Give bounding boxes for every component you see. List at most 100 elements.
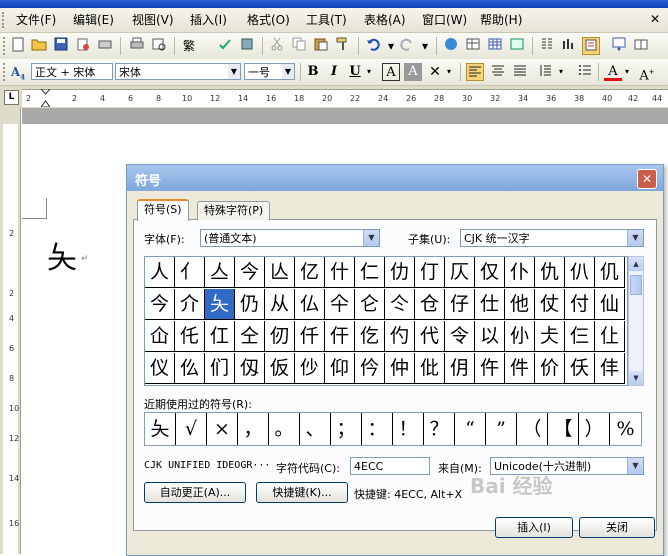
document-map-icon[interactable] [582, 37, 600, 55]
open-folder-icon[interactable] [30, 37, 48, 55]
symbol-cell[interactable]: 价 [535, 353, 565, 384]
symbol-cell[interactable]: 仑 [355, 289, 385, 320]
symbol-cell[interactable]: 人 [145, 257, 175, 288]
symbol-cell[interactable]: 仱 [355, 353, 385, 384]
symbol-cell[interactable]: 他 [505, 289, 535, 320]
new-document-icon[interactable] [9, 37, 27, 55]
insert-excel-icon[interactable] [508, 37, 526, 55]
text-effects-dropdown-icon[interactable]: ▾ [444, 63, 454, 81]
recent-symbol-cell[interactable]: ） [579, 413, 610, 445]
italic-button[interactable]: I [325, 63, 343, 81]
symbol-cell[interactable]: 件 [505, 353, 535, 384]
hyperlink-icon[interactable] [442, 37, 460, 55]
menu-table[interactable]: 表格(A) [364, 12, 406, 28]
document-close-icon[interactable]: ✕ [650, 12, 660, 26]
font-size-select[interactable]: 一号 ▼ [244, 63, 295, 80]
symbol-cell[interactable]: 仸 [565, 353, 595, 384]
drawing-icon[interactable] [560, 37, 578, 55]
symbol-cell[interactable]: 仨 [565, 321, 595, 352]
text-effects-icon[interactable]: ✕ [426, 63, 444, 81]
font-select[interactable]: 宋体 ▼ [115, 63, 241, 80]
menu-grip[interactable] [2, 12, 7, 28]
symbol-cell[interactable]: 亾 [265, 257, 295, 288]
symbol-cell[interactable]: 仝 [235, 321, 265, 352]
symbol-cell[interactable]: 仗 [535, 289, 565, 320]
font-color-dropdown-icon[interactable]: ▾ [622, 63, 632, 81]
recent-symbol-cell[interactable]: 。 [269, 413, 300, 445]
tab-symbols[interactable]: 符号(S) [137, 199, 189, 221]
symbol-cell[interactable]: 亻 [175, 257, 205, 288]
recent-symbol-cell[interactable]: 夨 [145, 413, 176, 445]
spelling-icon[interactable] [216, 37, 234, 55]
align-left-icon[interactable] [466, 63, 484, 81]
symbol-cell[interactable]: 仠 [325, 321, 355, 352]
redo-icon[interactable] [398, 37, 416, 55]
undo-icon[interactable] [364, 37, 382, 55]
autocorrect-button[interactable]: 自动更正(A)... [144, 482, 246, 503]
insert-table-icon[interactable] [486, 37, 504, 55]
symbol-cell[interactable]: 仭 [235, 353, 265, 384]
chevron-down-icon[interactable]: ▼ [627, 230, 643, 246]
symbol-grid[interactable]: 人亻亼今亾亿什仁仂仃仄仅仆仇仈仉今介夨仍从仏仐仑仒仓仔仕他仗付仙仚仛仜仝仞仟仠仡… [144, 256, 628, 386]
copy-icon[interactable] [290, 37, 308, 55]
grow-font-icon[interactable]: A+ [638, 63, 656, 83]
justify-icon[interactable] [511, 63, 529, 81]
menu-edit[interactable]: 编辑(E) [73, 12, 114, 28]
horizontal-ruler[interactable]: 2 2 4 6 8 10 12 14 16 18 20 22 24 26 28 … [22, 88, 668, 108]
research-book-icon[interactable] [238, 37, 256, 55]
font-color-icon[interactable]: A [604, 63, 622, 81]
recent-symbol-cell[interactable]: ！ [393, 413, 424, 445]
symbol-cell[interactable]: 今 [145, 289, 175, 320]
tables-borders-icon[interactable] [464, 37, 482, 55]
symbol-cell[interactable]: 仩 [595, 321, 625, 352]
recent-symbol-cell[interactable]: （ [517, 413, 548, 445]
redo-dropdown-icon[interactable]: ▾ [416, 37, 434, 55]
permission-icon[interactable] [74, 37, 92, 55]
menu-tools[interactable]: 工具(T) [306, 12, 347, 28]
recent-symbols[interactable]: 夨 √ ×，。、；：！？ “” （【）% [144, 412, 642, 446]
document-character[interactable]: 夨 [47, 233, 77, 277]
symbol-cell[interactable]: 仓 [415, 289, 445, 320]
symbol-cell[interactable]: 仮 [265, 353, 295, 384]
shortcut-key-button[interactable]: 快捷键(K)... [256, 482, 348, 503]
menu-file[interactable]: 文件(F) [16, 12, 56, 28]
align-center-icon[interactable] [489, 63, 507, 81]
recent-symbol-cell[interactable]: ： [362, 413, 393, 445]
recent-symbol-cell[interactable]: % [610, 413, 641, 445]
symbol-cell[interactable]: 仒 [385, 289, 415, 320]
symbol-cell[interactable]: 付 [565, 289, 595, 320]
insert-button[interactable]: 插入(I) [495, 517, 573, 538]
symbol-cell[interactable]: 仅 [475, 257, 505, 288]
numbering-icon[interactable] [576, 63, 594, 81]
symbol-cell[interactable]: 仂 [385, 257, 415, 288]
symbol-cell[interactable]: 令 [445, 321, 475, 352]
scroll-up-icon[interactable]: ▲ [629, 257, 643, 271]
scroll-thumb[interactable] [630, 275, 642, 295]
research-icon[interactable] [150, 37, 168, 55]
symbol-cell[interactable]: 仏 [295, 289, 325, 320]
symbol-cell[interactable]: 仁 [355, 257, 385, 288]
dialog-close-icon[interactable]: ✕ [637, 169, 657, 189]
show-hide-icon[interactable] [610, 37, 628, 55]
char-border-button[interactable]: A [382, 63, 400, 81]
recent-symbol-cell[interactable]: “ [455, 413, 486, 445]
recent-symbol-cell[interactable]: 【 [548, 413, 579, 445]
char-code-input[interactable]: 4ECC [350, 457, 430, 475]
menu-window[interactable]: 窗口(W) [422, 12, 467, 28]
symbol-cell[interactable]: 仢 [385, 321, 415, 352]
recent-symbol-cell[interactable]: ， [238, 413, 269, 445]
toolbar-grip[interactable] [3, 37, 7, 55]
symbol-cell[interactable]: 仳 [415, 353, 445, 384]
chevron-down-icon[interactable]: ▼ [627, 458, 643, 474]
cut-icon[interactable] [268, 37, 286, 55]
reading-mode-icon[interactable] [632, 37, 650, 55]
indent-marker-icon[interactable] [39, 88, 52, 108]
symbol-cell[interactable]: 什 [325, 257, 355, 288]
symbol-cell[interactable]: 们 [205, 353, 235, 384]
format-painter-icon[interactable] [334, 37, 352, 55]
menu-view[interactable]: 视图(V) [132, 12, 174, 28]
subset-combo[interactable]: CJK 统一汉字 ▼ [460, 229, 644, 247]
chevron-down-icon[interactable]: ▼ [228, 64, 240, 79]
symbol-cell[interactable]: 仉 [595, 257, 625, 288]
symbol-cell[interactable]: 仇 [535, 257, 565, 288]
